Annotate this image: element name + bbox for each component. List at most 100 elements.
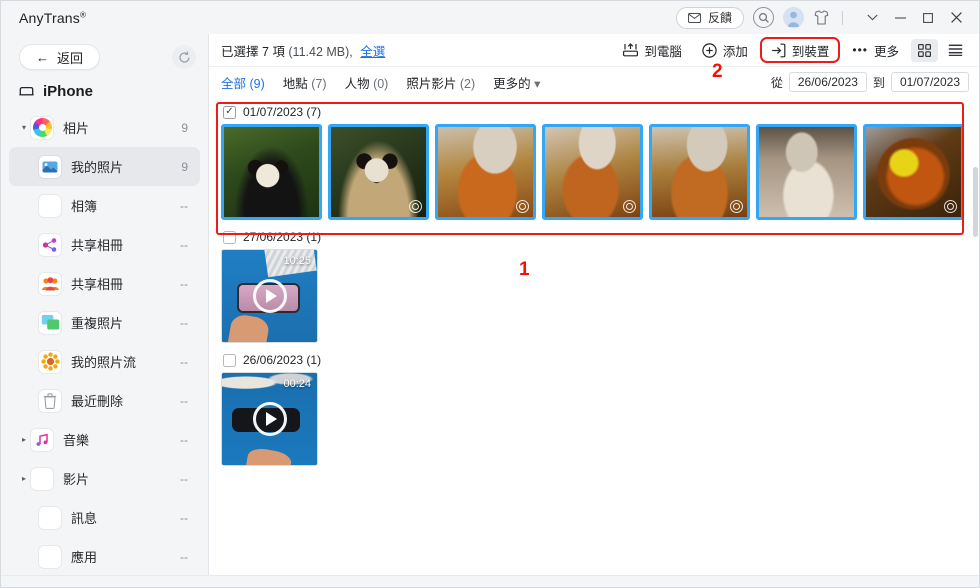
sidebar-item-photos[interactable]: ▾ 相片 9 — [9, 108, 200, 147]
app-title: AnyTrans — [19, 9, 80, 26]
envelope-icon — [687, 12, 701, 23]
chevron-down-icon[interactable] — [859, 5, 885, 31]
photo-stream-icon — [39, 350, 61, 373]
to-computer-icon — [623, 43, 639, 57]
date-range-filter: 從 26/06/2023 到 01/07/2023 — [771, 72, 969, 92]
sidebar-item-count: 9 — [181, 159, 188, 174]
sidebar-item-messages[interactable]: 訊息 -- — [9, 498, 200, 537]
tab-label: 照片影片 — [406, 76, 457, 91]
group-header: 27/06/2023 (1) — [223, 230, 979, 244]
tab-label: 地點 — [282, 76, 308, 91]
live-photo-badge-icon — [623, 200, 636, 213]
pan-photo-1[interactable] — [863, 124, 964, 220]
to-computer-button[interactable]: 到電腦 — [615, 38, 690, 62]
select-all-link[interactable]: 全選 — [360, 45, 385, 59]
tab-people[interactable]: 人物 (0) — [345, 73, 389, 92]
add-button[interactable]: 添加 — [694, 38, 756, 62]
sidebar-item-shared-albums[interactable]: 共享相冊 -- — [9, 264, 200, 303]
device-name: iPhone — [43, 83, 94, 100]
search-icon[interactable] — [753, 7, 774, 28]
pasta-photo-4[interactable] — [756, 124, 857, 220]
tab-live-photos[interactable]: 照片影片 (2) — [406, 73, 475, 92]
sidebar-item-count: -- — [180, 276, 188, 291]
sidebar-item-videos[interactable]: ▸ 影片 -- — [9, 459, 200, 498]
tab-count: (2) — [459, 76, 476, 91]
video-thumb-2[interactable]: 00:24 — [221, 372, 318, 466]
group-checkbox[interactable] — [223, 105, 236, 119]
action-toolbar: 已選擇 7 項 (11.42 MB), 全選 到電腦 添加 到裝置 ••• 更多 — [209, 34, 979, 67]
tab-more[interactable]: 更多的 ▾ — [493, 73, 540, 92]
sidebar-item-albums[interactable]: 相簿 -- — [9, 186, 200, 225]
grid-view-icon[interactable] — [911, 38, 938, 62]
list-view-icon[interactable] — [942, 39, 969, 62]
avatar[interactable] — [783, 7, 804, 28]
tab-count: (0) — [373, 76, 389, 91]
sidebar-item-photo-stream[interactable]: 我的照片流 -- — [9, 342, 200, 381]
panda-photo-2[interactable] — [328, 124, 429, 220]
date-to-label: 到 — [872, 75, 885, 90]
tab-count: (7) — [311, 76, 327, 91]
sidebar-item-count: -- — [180, 549, 188, 564]
date-from-input[interactable]: 26/06/2023 — [788, 72, 867, 92]
photo-row — [221, 124, 979, 220]
play-icon[interactable] — [252, 279, 287, 313]
panda-photo-1[interactable] — [221, 124, 322, 220]
to-device-icon — [771, 43, 786, 58]
close-icon[interactable] — [943, 5, 969, 31]
tab-all[interactable]: 全部 (9) — [221, 73, 265, 92]
tab-places[interactable]: 地點 (7) — [283, 73, 327, 92]
maximize-icon[interactable] — [915, 5, 941, 31]
photo-group: 27/06/2023 (1) 10:25 — [221, 230, 979, 343]
group-checkbox[interactable] — [223, 230, 236, 244]
pasta-photo-2[interactable] — [542, 124, 643, 220]
feedback-button[interactable]: 反饋 — [675, 6, 744, 29]
to-device-button[interactable]: 到裝置 — [759, 37, 841, 63]
sidebar-item-duplicates[interactable]: 重複照片 -- — [9, 303, 200, 342]
sidebar-item-my-photos[interactable]: 我的照片 9 — [9, 147, 200, 186]
group-checkbox[interactable] — [223, 353, 236, 367]
video-thumb-1[interactable]: 10:25 — [221, 249, 318, 343]
date-from-label: 從 — [770, 75, 783, 90]
pasta-photo-1[interactable] — [435, 124, 536, 220]
sidebar-item-count: -- — [180, 471, 188, 486]
sidebar-item-label: 我的照片 — [71, 160, 124, 175]
titlebar-controls: 反饋 — [675, 5, 973, 31]
photo-row: 00:24 — [221, 372, 979, 466]
twisty-icon[interactable]: ▸ — [17, 474, 31, 483]
music-icon — [31, 428, 53, 451]
group-header: 01/07/2023 (7) — [223, 105, 979, 119]
device-header[interactable]: iPhone — [1, 74, 208, 106]
shirt-icon[interactable] — [813, 9, 830, 26]
photo-group: 01/07/2023 (7) — [221, 105, 979, 220]
annotation-marker-2: 2 — [712, 61, 723, 82]
sidebar-item-recently-deleted[interactable]: 最近刪除 -- — [9, 381, 200, 420]
live-photo-badge-icon — [409, 200, 422, 213]
vertical-scrollbar[interactable] — [973, 167, 978, 237]
title-bar: AnyTrans® 反饋 — [1, 1, 979, 34]
twisty-icon[interactable]: ▸ — [17, 435, 31, 444]
pasta-photo-3[interactable] — [649, 124, 750, 220]
sidebar-header: ← 返回 — [1, 42, 208, 74]
more-button[interactable]: ••• 更多 — [844, 38, 907, 62]
sidebar-item-label: 我的照片流 — [71, 355, 137, 370]
minimize-icon[interactable] — [887, 5, 913, 31]
sidebar-item-label: 影片 — [63, 472, 90, 487]
window-controls — [859, 5, 969, 31]
group-date-label: 27/06/2023 (1) — [243, 230, 322, 244]
sidebar-item-count: -- — [180, 510, 188, 525]
sidebar-item-music[interactable]: ▸ 音樂 -- — [9, 420, 200, 459]
twisty-icon[interactable]: ▾ — [17, 123, 31, 132]
to-computer-label: 到電腦 — [644, 44, 682, 59]
sidebar-item-apps[interactable]: 應用 -- — [9, 537, 200, 575]
refresh-icon[interactable] — [172, 45, 196, 69]
date-to-input[interactable]: 01/07/2023 — [890, 72, 969, 92]
window-body: ← 返回 iPhone ▾ 相片 9 我的照片 9 相簿 -- 共享相冊 -- … — [1, 34, 979, 575]
back-button[interactable]: ← 返回 — [19, 44, 101, 70]
play-icon[interactable] — [252, 402, 287, 436]
sidebar-item-label: 重複照片 — [71, 316, 124, 331]
sidebar-tree: ▾ 相片 9 我的照片 9 相簿 -- 共享相冊 -- 共享相冊 -- 重複照片… — [1, 106, 208, 575]
registered-mark: ® — [80, 9, 87, 19]
sidebar-item-shared-links[interactable]: 共享相冊 -- — [9, 225, 200, 264]
group-date-label: 26/06/2023 (1) — [243, 353, 322, 367]
shared-links-icon — [39, 233, 61, 256]
